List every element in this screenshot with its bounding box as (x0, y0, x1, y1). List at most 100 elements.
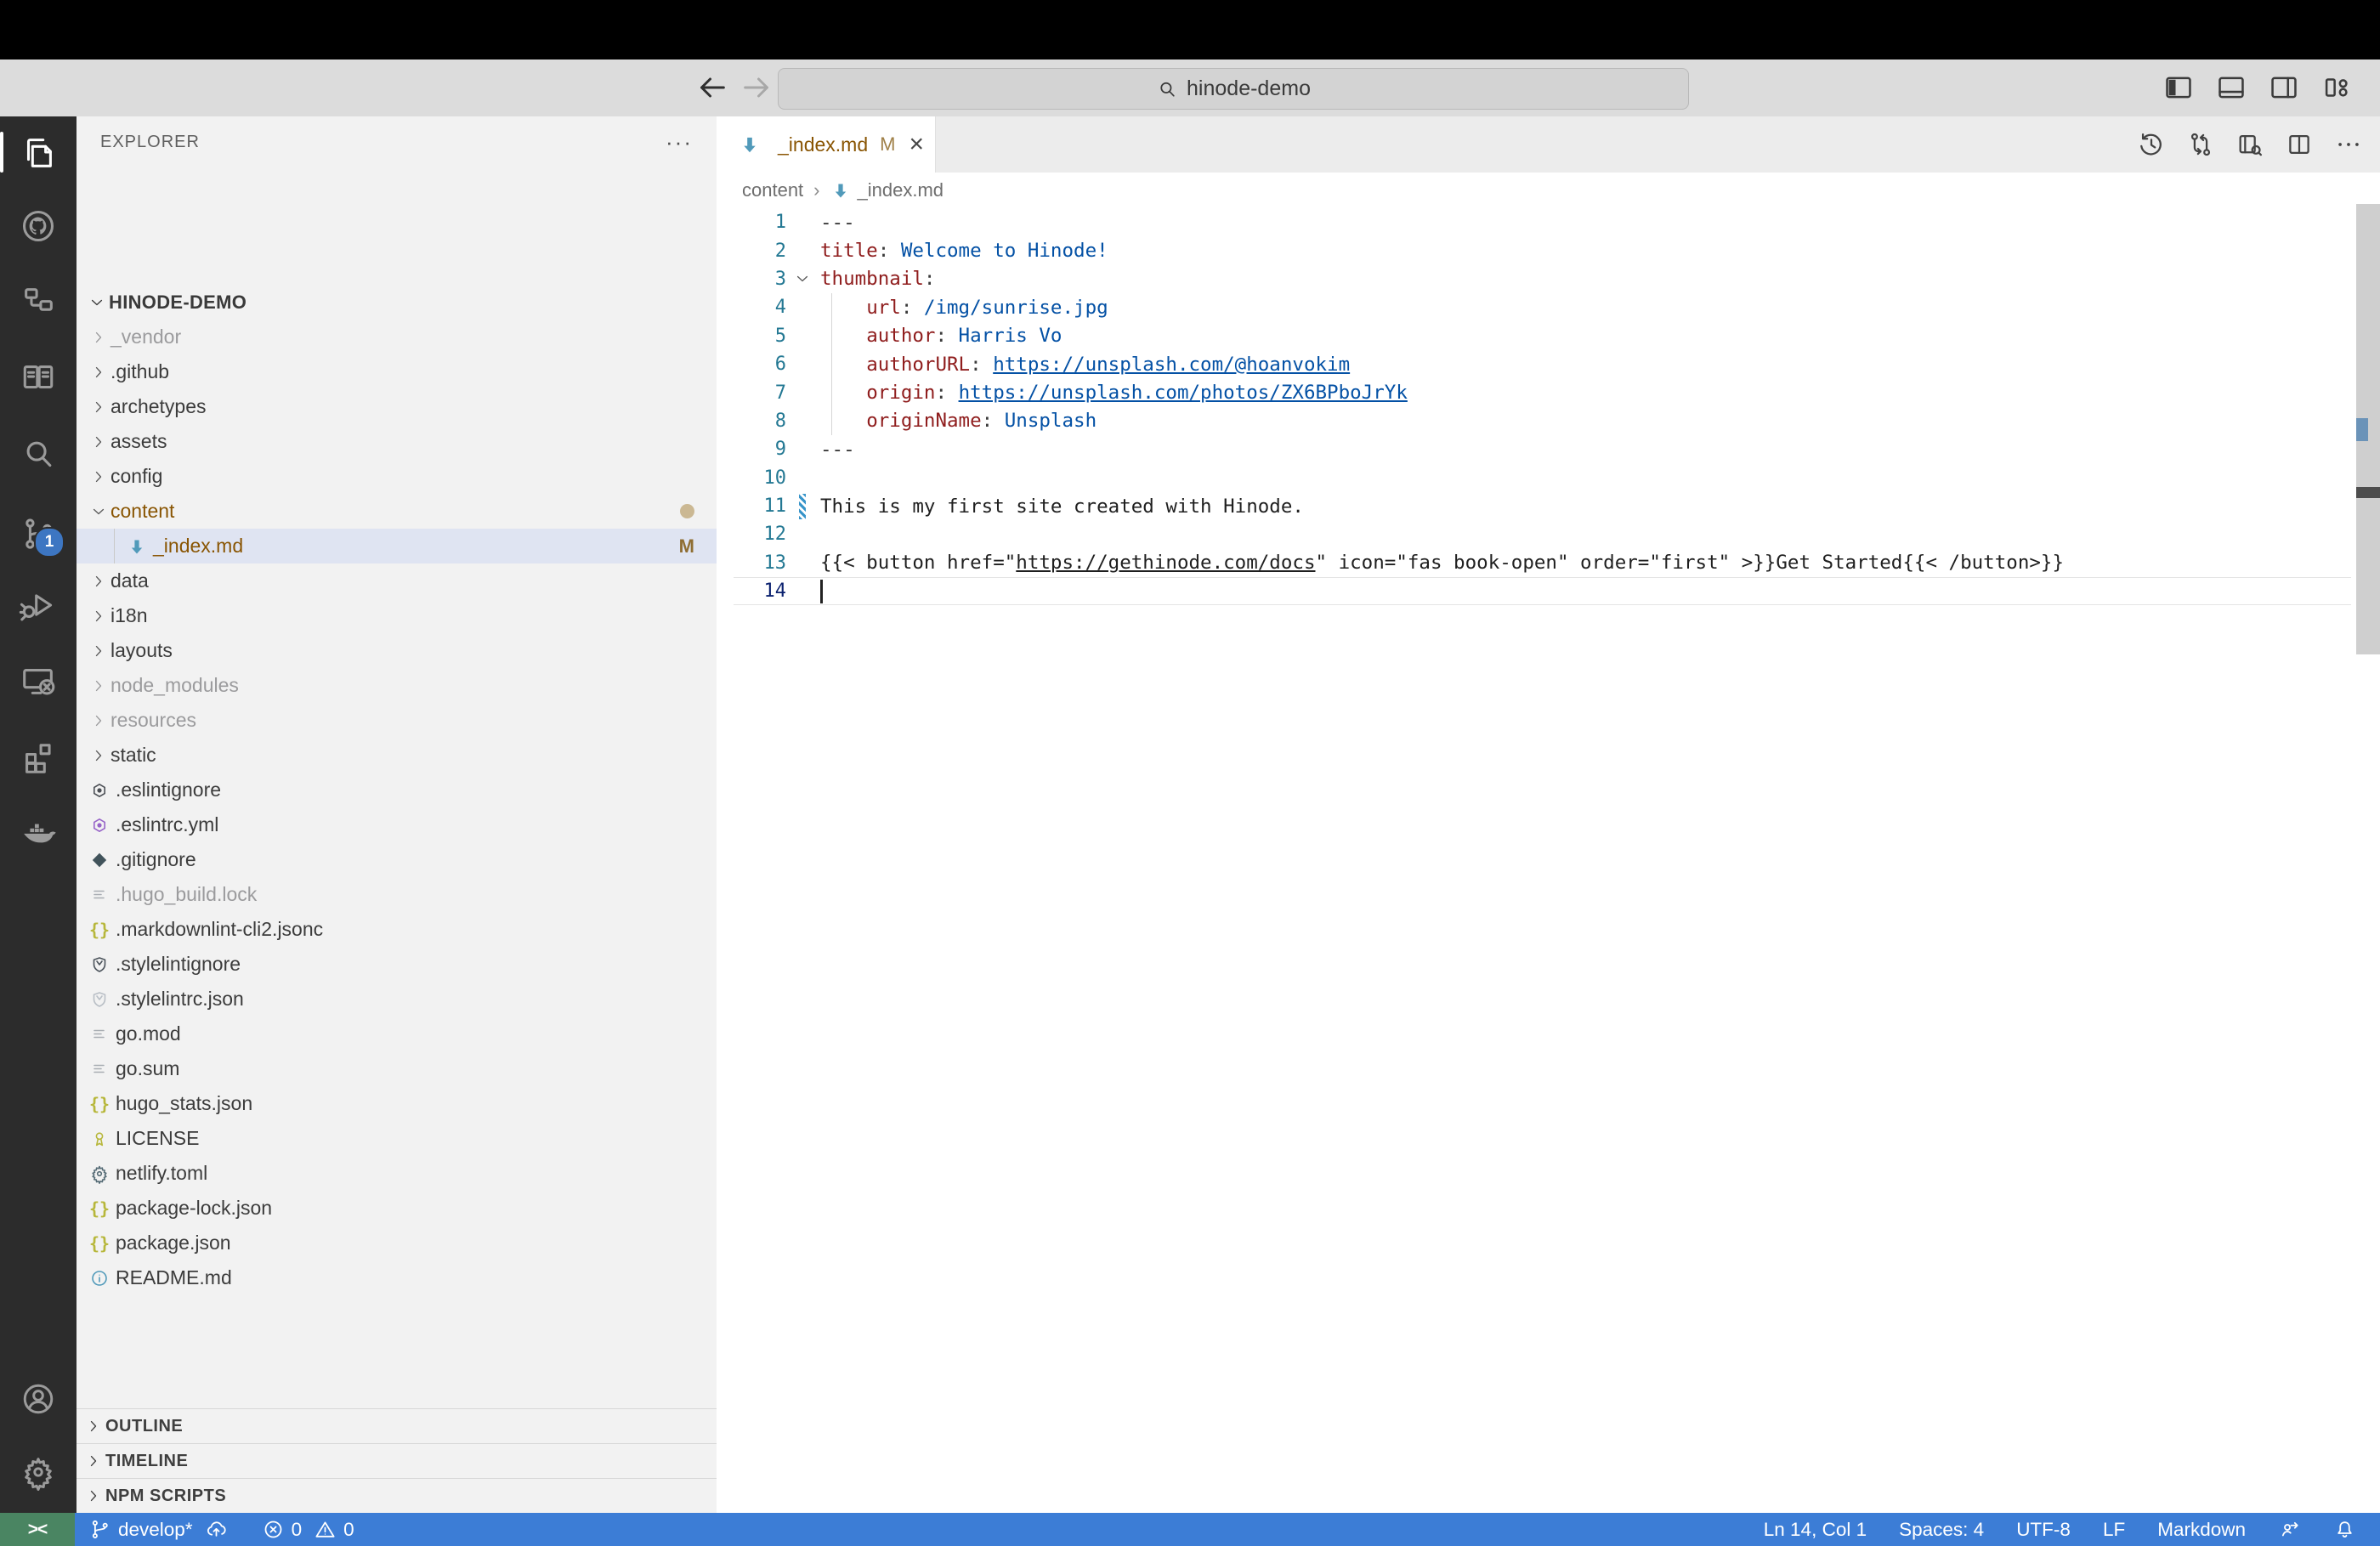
section-npm-scripts[interactable]: NPM SCRIPTS (76, 1478, 717, 1513)
status-notifications[interactable] (2333, 1518, 2356, 1541)
chevron-right-icon (85, 1453, 102, 1470)
tree-file--index-md[interactable]: _index.mdM (76, 529, 717, 563)
activity-accounts[interactable] (0, 1362, 76, 1436)
status-indentation[interactable]: Spaces: 4 (1899, 1519, 1984, 1541)
activity-search[interactable] (0, 416, 76, 491)
status-label: Markdown (2157, 1519, 2246, 1541)
code-line-5[interactable]: 5 author: Harris Vo (717, 322, 2380, 350)
status-eol[interactable]: LF (2103, 1519, 2125, 1541)
json-braces-icon: {} (89, 1198, 110, 1219)
status-feedback[interactable] (2278, 1518, 2301, 1541)
preview-icon (2236, 130, 2264, 159)
tab-close-icon[interactable]: × (909, 132, 924, 157)
code-line-1[interactable]: 1--- (717, 208, 2380, 236)
status-error-circle[interactable]: 0 (262, 1518, 303, 1541)
tree-file--gitignore[interactable]: .gitignore (76, 842, 717, 877)
breadcrumb-folder[interactable]: content (742, 179, 803, 201)
tree-file-license[interactable]: LICENSE (76, 1121, 717, 1156)
tab-index-md[interactable]: _index.md M × (717, 116, 936, 173)
code-line-6[interactable]: 6 authorURL: https://unsplash.com/@hoanv… (717, 350, 2380, 378)
tree-folder-assets[interactable]: assets (76, 424, 717, 459)
forward-button[interactable] (740, 71, 774, 105)
tree-file-netlify-toml[interactable]: netlify.toml (76, 1156, 717, 1191)
status-cursor-position[interactable]: Ln 14, Col 1 (1764, 1519, 1867, 1541)
activity-settings[interactable] (0, 1435, 76, 1509)
status-bar: >< develop* 00 Ln 14, Col 1 Spaces: 4 UTF-8… (0, 1513, 2380, 1546)
tree-file-go-sum[interactable]: go.sum (76, 1051, 717, 1086)
code-line-2[interactable]: 2title: Welcome to Hinode! (717, 236, 2380, 264)
remote-indicator[interactable]: >< (0, 1513, 75, 1546)
activity-docker[interactable] (0, 794, 76, 869)
layout-sidebar-left-button[interactable] (2162, 71, 2195, 104)
code-editor[interactable]: 1---2title: Welcome to Hinode!3thumbnail… (717, 208, 2380, 605)
code-line-11[interactable]: 11This is my first site created with Hin… (717, 492, 2380, 520)
tree-file-hugo-stats-json[interactable]: {}hugo_stats.json (76, 1086, 717, 1121)
tree-root-hinode-demo[interactable]: HINODE-DEMO (76, 285, 717, 320)
code-line-12[interactable]: 12 (717, 520, 2380, 548)
editor-action-preview[interactable] (2236, 130, 2264, 159)
tree-folder-node-modules[interactable]: node_modules (76, 668, 717, 703)
editor-scrollbar[interactable] (2356, 204, 2380, 663)
section-timeline[interactable]: TIMELINE (76, 1443, 717, 1478)
tree-file-readme-md[interactable]: README.md (76, 1260, 717, 1295)
tree-folder--github[interactable]: .github (76, 354, 717, 389)
code-line-10[interactable]: 10 (717, 464, 2380, 492)
activity-source-control[interactable]: 1 (0, 496, 76, 571)
status-branch[interactable]: develop* (88, 1518, 193, 1541)
tree-file--stylelintrc-json[interactable]: .stylelintrc.json (76, 982, 717, 1017)
activity-extensions[interactable] (0, 720, 76, 795)
editor-action-more[interactable] (2334, 130, 2363, 159)
fold-chevron-icon[interactable] (790, 270, 815, 287)
tree-file--hugo-build-lock[interactable]: .hugo_build.lock (76, 877, 717, 912)
layout-panel-button[interactable] (2215, 71, 2247, 104)
tree-file--stylelintignore[interactable]: .stylelintignore (76, 947, 717, 982)
back-button[interactable] (695, 71, 729, 105)
code-line-3[interactable]: 3thumbnail: (717, 265, 2380, 293)
activity-run-and-debug[interactable] (0, 568, 76, 643)
status-cloud-upload[interactable] (205, 1518, 228, 1541)
tree-file-go-mod[interactable]: go.mod (76, 1017, 717, 1051)
activity-source-control-graph[interactable] (0, 264, 76, 339)
tree-folder-static[interactable]: static (76, 738, 717, 773)
layout-customize-button[interactable] (2320, 71, 2353, 104)
code-line-8[interactable]: 8 originName: Unsplash (717, 407, 2380, 435)
ribbon-icon (89, 1129, 110, 1149)
tree-item-label: static (110, 744, 156, 767)
code-line-7[interactable]: 7 origin: https://unsplash.com/photos/ZX… (717, 378, 2380, 406)
breadcrumb-file[interactable]: _index.md (858, 179, 944, 201)
code-line-9[interactable]: 9--- (717, 435, 2380, 463)
tree-folder-config[interactable]: config (76, 459, 717, 494)
tree-folder--vendor[interactable]: _vendor (76, 320, 717, 354)
git-modified-gutter[interactable] (799, 494, 806, 519)
section-outline[interactable]: OUTLINE (76, 1408, 717, 1443)
tree-file--eslintrc-yml[interactable]: .eslintrc.yml (76, 807, 717, 842)
tree-file-package-lock-json[interactable]: {}package-lock.json (76, 1191, 717, 1226)
sidebar-more-actions[interactable]: ··· (666, 129, 693, 156)
activity-explorer[interactable] (0, 115, 76, 190)
tree-folder-i18n[interactable]: i18n (76, 598, 717, 633)
activity-remote-explorer[interactable] (0, 643, 76, 718)
status-warning[interactable]: 0 (314, 1518, 354, 1541)
tree-folder-data[interactable]: data (76, 563, 717, 598)
code-line-4[interactable]: 4 url: /img/sunrise.jpg (717, 293, 2380, 321)
status-language-mode[interactable]: Markdown (2157, 1519, 2246, 1541)
tree-file-package-json[interactable]: {}package.json (76, 1226, 717, 1260)
activity-docs-book[interactable] (0, 340, 76, 415)
layout-sidebar-right-button[interactable] (2268, 71, 2300, 104)
command-center-search[interactable]: hinode-demo (778, 68, 1689, 110)
tree-file--eslintignore[interactable]: .eslintignore (76, 773, 717, 807)
editor-action-history[interactable] (2137, 130, 2166, 159)
status-encoding[interactable]: UTF-8 (2016, 1519, 2071, 1541)
account-icon (20, 1380, 57, 1418)
code-line-14[interactable]: 14 (717, 577, 2380, 605)
tree-file--markdownlint-cli2-jsonc[interactable]: {}.markdownlint-cli2.jsonc (76, 912, 717, 947)
code-line-13[interactable]: 13{{< button href="https://gethinode.com… (717, 549, 2380, 577)
code-text: author: Harris Vo (820, 322, 1062, 350)
editor-action-split[interactable] (2285, 130, 2314, 159)
tree-folder-content[interactable]: content (76, 494, 717, 529)
tree-folder-resources[interactable]: resources (76, 703, 717, 738)
activity-github[interactable] (0, 189, 76, 263)
tree-folder-layouts[interactable]: layouts (76, 633, 717, 668)
editor-action-compare[interactable] (2186, 130, 2215, 159)
tree-folder-archetypes[interactable]: archetypes (76, 389, 717, 424)
